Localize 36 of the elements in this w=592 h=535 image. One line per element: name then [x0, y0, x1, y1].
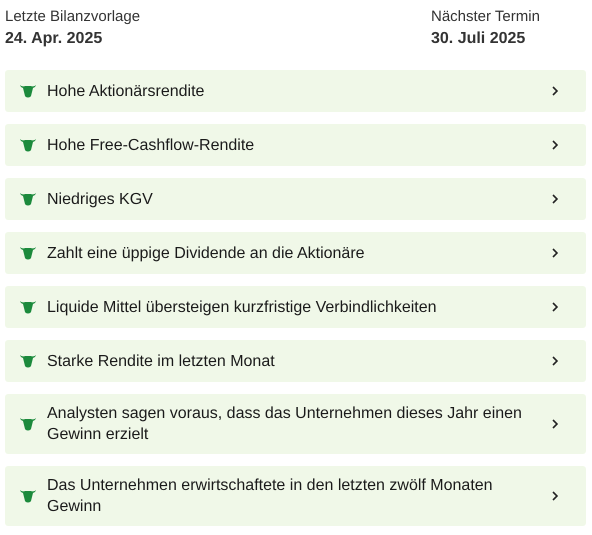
list-row[interactable]: Hohe Aktionärsrendite	[5, 70, 586, 112]
row-label: Zahlt eine üppige Dividende an die Aktionäre	[47, 244, 366, 264]
list-row[interactable]: Zahlt eine üppige Dividende an die Aktionäre	[5, 232, 586, 274]
info-date: 30. Juli 2025	[431, 29, 526, 49]
row-label: Hohe Aktionärsrendite	[47, 82, 206, 102]
list-row[interactable]: Niedriges KGV	[5, 178, 586, 220]
chevron-right-icon	[552, 419, 558, 429]
chevron-right-icon	[552, 491, 558, 501]
bull-icon	[20, 354, 36, 368]
chevron-right-icon	[552, 302, 558, 312]
row-label: Das Unternehmen erwirtschaftete in den letzten zwölf Monaten Gewinn	[47, 476, 494, 517]
list-row[interactable]: Hohe Free-Cashflow-Rendite	[5, 124, 586, 166]
info-label: Letzte Bilanzvorlage	[5, 7, 140, 27]
chevron-right-icon	[552, 248, 558, 258]
row-label: Hohe Free-Cashflow-Rendite	[47, 136, 256, 156]
bull-icon	[20, 84, 36, 98]
list-row[interactable]: Analysten sagen voraus, dass das Unternehmen dieses Jahr einen Gewinn erzielt	[5, 394, 586, 454]
bull-icon	[20, 138, 36, 152]
bull-icon	[20, 192, 36, 206]
list-row[interactable]: Starke Rendite im letzten Monat	[5, 340, 586, 382]
bull-icon	[20, 300, 36, 314]
row-label: Starke Rendite im letzten Monat	[47, 352, 276, 372]
chevron-right-icon	[552, 86, 558, 96]
row-label: Niedriges KGV	[47, 190, 154, 210]
list-row[interactable]: Das Unternehmen erwirtschaftete in den letzten zwölf Monaten Gewinn	[5, 466, 586, 526]
info-date: 24. Apr. 2025	[5, 29, 104, 49]
list-row[interactable]: Liquide Mittel übersteigen kurzfristige Verbindlichkeiten	[5, 286, 586, 328]
bull-icon	[20, 489, 36, 503]
row-label: Analysten sagen voraus, dass das Unternehmen dieses Jahr einen Gewinn erzielt	[47, 404, 523, 445]
chevron-right-icon	[552, 194, 558, 204]
bull-icon	[20, 246, 36, 260]
chevron-right-icon	[552, 356, 558, 366]
info-label: Nächster Termin	[431, 7, 541, 27]
row-label: Liquide Mittel übersteigen kurzfristige Verbindlichkeiten	[47, 298, 438, 318]
bull-icon	[20, 417, 36, 431]
chevron-right-icon	[552, 140, 558, 150]
